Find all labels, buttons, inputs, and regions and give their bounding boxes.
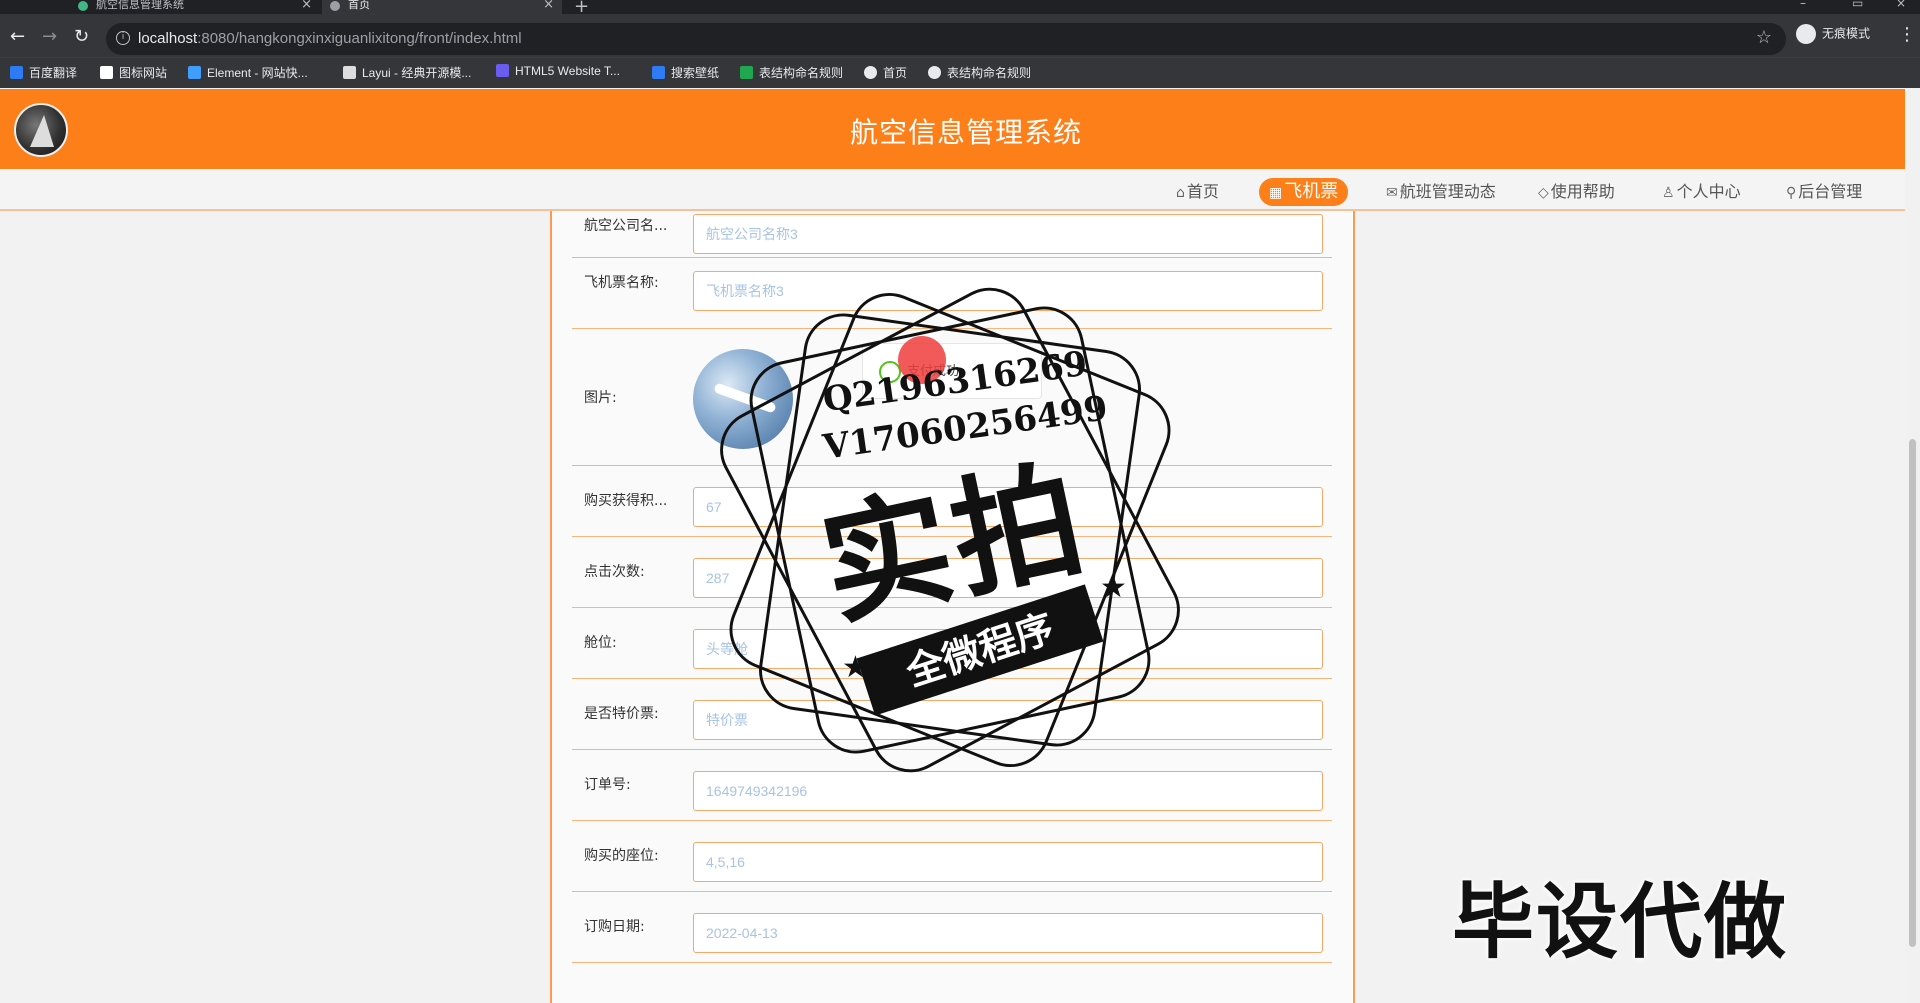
bookmark-item[interactable]: Element - 网站快... xyxy=(188,64,308,81)
bookmark-favicon-icon xyxy=(10,66,23,79)
nav-label: 后台管理 xyxy=(1798,182,1863,201)
browser-tab-strip: 航空信息管理系统 × 首页 × + – ▭ × xyxy=(0,0,1920,17)
url-text: localhost:8080/hangkongxinxiguanlixitong… xyxy=(138,30,522,47)
close-tab-icon[interactable]: × xyxy=(301,0,312,11)
site-header: 航空信息管理系统 xyxy=(0,89,1905,169)
nav-item-admin[interactable]: ⚲ 后台管理 xyxy=(1786,178,1862,206)
nav-label: 使用帮助 xyxy=(1550,182,1615,201)
flag-icon xyxy=(100,66,113,79)
seats-field[interactable]: 4,5,16 xyxy=(693,842,1323,882)
link-icon: ⚲ xyxy=(1786,185,1797,201)
nav-label: 航班管理动态 xyxy=(1399,182,1496,201)
bookmarks-bar: 百度翻译 图标网站 Element - 网站快... Layui - 经典开源模… xyxy=(0,57,1920,88)
nav-label: 首页 xyxy=(1186,182,1219,201)
element-logo-icon xyxy=(188,66,201,79)
globe-icon xyxy=(864,66,877,79)
bookmark-item[interactable]: HTML5 Website T... xyxy=(496,64,620,78)
site-info-icon[interactable]: i xyxy=(116,31,130,45)
bookmark-item[interactable]: 首页 xyxy=(864,64,907,81)
home-icon: ⌂ xyxy=(1176,185,1185,201)
field-label: 图片: xyxy=(584,390,617,406)
field-seats: 购买的座位: 4,5,16 xyxy=(572,821,1332,892)
mail-icon: ✉ xyxy=(1386,185,1398,201)
nav-item-profile[interactable]: ♙ 个人中心 xyxy=(1662,178,1741,206)
forward-icon[interactable]: → xyxy=(42,26,57,47)
field-label: 舱位: xyxy=(584,635,617,651)
field-label: 购买获得积... xyxy=(584,493,668,509)
close-window-icon[interactable]: × xyxy=(1896,0,1906,10)
user-icon: ♙ xyxy=(1662,185,1675,201)
bookmark-item[interactable]: Layui - 经典开源模... xyxy=(343,64,471,81)
layui-logo-icon xyxy=(343,66,356,79)
incognito-icon xyxy=(1796,24,1816,44)
field-label: 点击次数: xyxy=(584,564,645,580)
reload-icon[interactable]: ↻ xyxy=(74,26,89,47)
browser-tab-title: 航空信息管理系统 xyxy=(96,0,184,11)
field-order-date: 订购日期: 2022-04-13 xyxy=(572,892,1332,963)
field-airline: 航空公司名... 航空公司名称3 xyxy=(572,201,1332,258)
globe-icon xyxy=(928,66,941,79)
browser-tab[interactable]: 航空信息管理系统 × xyxy=(70,0,320,14)
maximize-icon[interactable]: ▭ xyxy=(1852,0,1863,10)
field-label: 是否特价票: xyxy=(584,706,659,722)
nav-item-flight-news[interactable]: ✉ 航班管理动态 xyxy=(1386,178,1496,206)
address-bar[interactable]: i localhost:8080/hangkongxinxiguanlixito… xyxy=(106,23,1786,55)
browser-toolbar: ← → ↻ i localhost:8080/hangkongxinxiguan… xyxy=(0,14,1920,62)
nav-label: 飞机票 xyxy=(1284,181,1339,202)
field-label: 航空公司名... xyxy=(584,218,668,234)
browser-menu-icon[interactable]: ⋮ xyxy=(1898,24,1916,45)
minimize-icon[interactable]: – xyxy=(1800,0,1806,10)
bookmark-item[interactable]: 表结构命名规则 xyxy=(928,64,1031,81)
field-label: 订单号: xyxy=(584,777,631,793)
site-title: 航空信息管理系统 xyxy=(849,116,1082,149)
nav-label: 个人中心 xyxy=(1676,182,1741,201)
bookmark-item[interactable]: 百度翻译 xyxy=(10,64,77,81)
star-icon: ★ xyxy=(842,650,869,685)
field-label: 飞机票名称: xyxy=(584,275,659,291)
close-tab-icon[interactable]: × xyxy=(543,0,554,11)
bookmark-item[interactable]: 表结构命名规则 xyxy=(740,64,843,81)
scrollbar-thumb[interactable] xyxy=(1909,439,1916,947)
vue-favicon-icon xyxy=(78,1,88,11)
field-label: 购买的座位: xyxy=(584,848,659,864)
bookmark-item[interactable]: 图标网站 xyxy=(100,64,167,81)
incognito-indicator[interactable]: 无痕模式 xyxy=(1796,24,1870,44)
corner-watermark: 毕设代做 xyxy=(1452,875,1789,970)
back-icon[interactable]: ← xyxy=(10,26,25,47)
wallpaper-icon xyxy=(652,66,665,79)
watermark-stamp: Q2196316269 V17060256499 实拍 全微程序 ★ ★ xyxy=(700,273,1220,787)
star-icon: ★ xyxy=(1100,570,1127,605)
browser-tab-title: 首页 xyxy=(348,0,370,11)
browser-tab-active[interactable]: 首页 × xyxy=(322,0,562,14)
globe-favicon-icon xyxy=(330,1,340,11)
sheet-icon xyxy=(740,66,753,79)
field-label: 订购日期: xyxy=(584,919,645,935)
order-number-field[interactable]: 1649749342196 xyxy=(693,771,1323,811)
tag-icon: ◇ xyxy=(1538,185,1549,201)
ticket-icon: ▦ xyxy=(1269,185,1283,201)
bookmark-star-icon[interactable]: ☆ xyxy=(1756,27,1772,48)
bookmark-item[interactable]: 搜索壁纸 xyxy=(652,64,719,81)
page-scrollbar[interactable] xyxy=(1905,89,1920,1003)
nav-item-help[interactable]: ◇ 使用帮助 xyxy=(1538,178,1615,206)
html5-icon xyxy=(496,64,509,77)
order-date-field[interactable]: 2022-04-13 xyxy=(693,913,1323,953)
airline-field[interactable]: 航空公司名称3 xyxy=(693,214,1323,254)
